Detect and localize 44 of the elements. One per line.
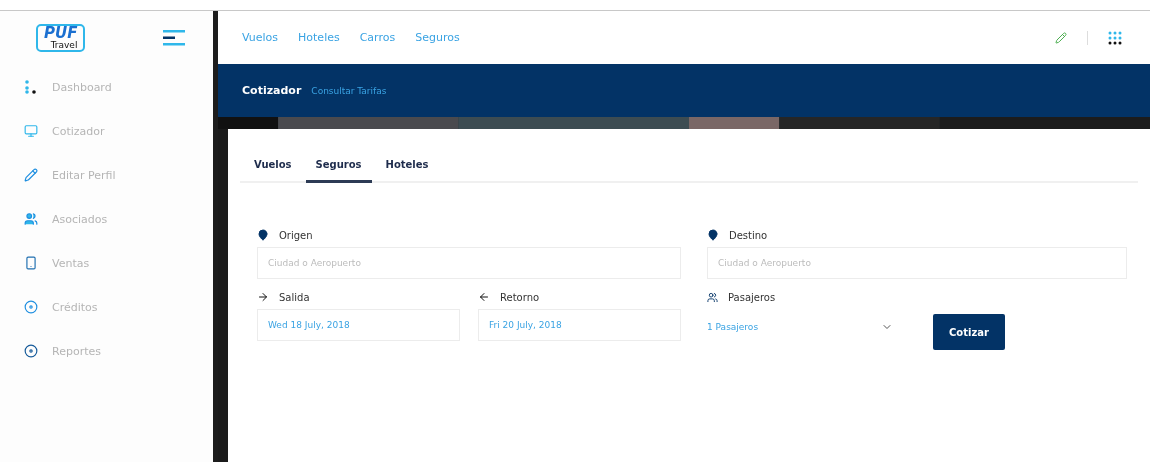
apps-grid-icon[interactable] bbox=[1108, 30, 1122, 45]
sidebar-item[interactable]: Reportes bbox=[0, 329, 213, 373]
location-pin-icon bbox=[707, 229, 719, 241]
nav-link[interactable]: Hoteles bbox=[298, 31, 340, 44]
sidebar-item[interactable]: Cotizador bbox=[0, 109, 213, 153]
disc-icon bbox=[24, 344, 38, 358]
people-icon bbox=[24, 212, 38, 226]
page-title: Cotizador bbox=[242, 84, 302, 97]
field-label: Pasajeros bbox=[728, 291, 776, 303]
return-date-field[interactable]: Fri 20 July, 2018 bbox=[478, 309, 681, 341]
pencil-icon[interactable] bbox=[1055, 31, 1067, 44]
sidebar-item[interactable]: Créditos bbox=[0, 285, 213, 329]
sidebar-item[interactable]: Asociados bbox=[0, 197, 213, 241]
field-label: Origen bbox=[279, 229, 313, 241]
monitor-icon bbox=[24, 124, 38, 138]
dashboard-icon bbox=[24, 80, 38, 94]
tab[interactable]: Seguros bbox=[305, 151, 372, 183]
logo-mark: PUF bbox=[44, 26, 78, 41]
quote-button[interactable]: Cotizar bbox=[933, 314, 1005, 350]
passengers-select[interactable]: 1 Pasajeros bbox=[707, 321, 897, 333]
tab[interactable]: Vuelos bbox=[244, 151, 302, 183]
nav-link[interactable]: Carros bbox=[359, 31, 396, 44]
origin-field[interactable]: Ciudad o Aeropuerto bbox=[257, 247, 681, 279]
departure-date-field[interactable]: Wed 18 July, 2018 bbox=[257, 309, 460, 341]
field-label: Salida bbox=[279, 291, 310, 303]
arrow-right-icon bbox=[257, 291, 269, 303]
destination-field[interactable]: Ciudad o Aeropuerto bbox=[707, 247, 1127, 279]
field-label: Destino bbox=[729, 229, 768, 241]
sidebar-item[interactable]: Editar Perfil bbox=[0, 153, 213, 197]
disc-icon bbox=[24, 300, 38, 314]
tab[interactable]: Hoteles bbox=[375, 151, 439, 183]
phone-icon bbox=[24, 256, 38, 270]
sidebar-item[interactable]: Dashboard bbox=[0, 65, 213, 109]
rates-link[interactable]: Consultar Tarifas bbox=[311, 85, 387, 96]
nav-link[interactable]: Vuelos bbox=[242, 31, 279, 44]
arrow-left-icon bbox=[478, 291, 490, 303]
logo-word: Travel bbox=[50, 41, 78, 50]
people-icon bbox=[707, 291, 718, 303]
nav-link[interactable]: Seguros bbox=[415, 31, 460, 44]
sidebar-item[interactable]: Ventas bbox=[0, 241, 213, 285]
location-pin-icon bbox=[257, 229, 269, 241]
pencil-icon bbox=[24, 168, 38, 182]
menu-icon[interactable] bbox=[163, 29, 185, 47]
field-label: Retorno bbox=[500, 291, 540, 303]
